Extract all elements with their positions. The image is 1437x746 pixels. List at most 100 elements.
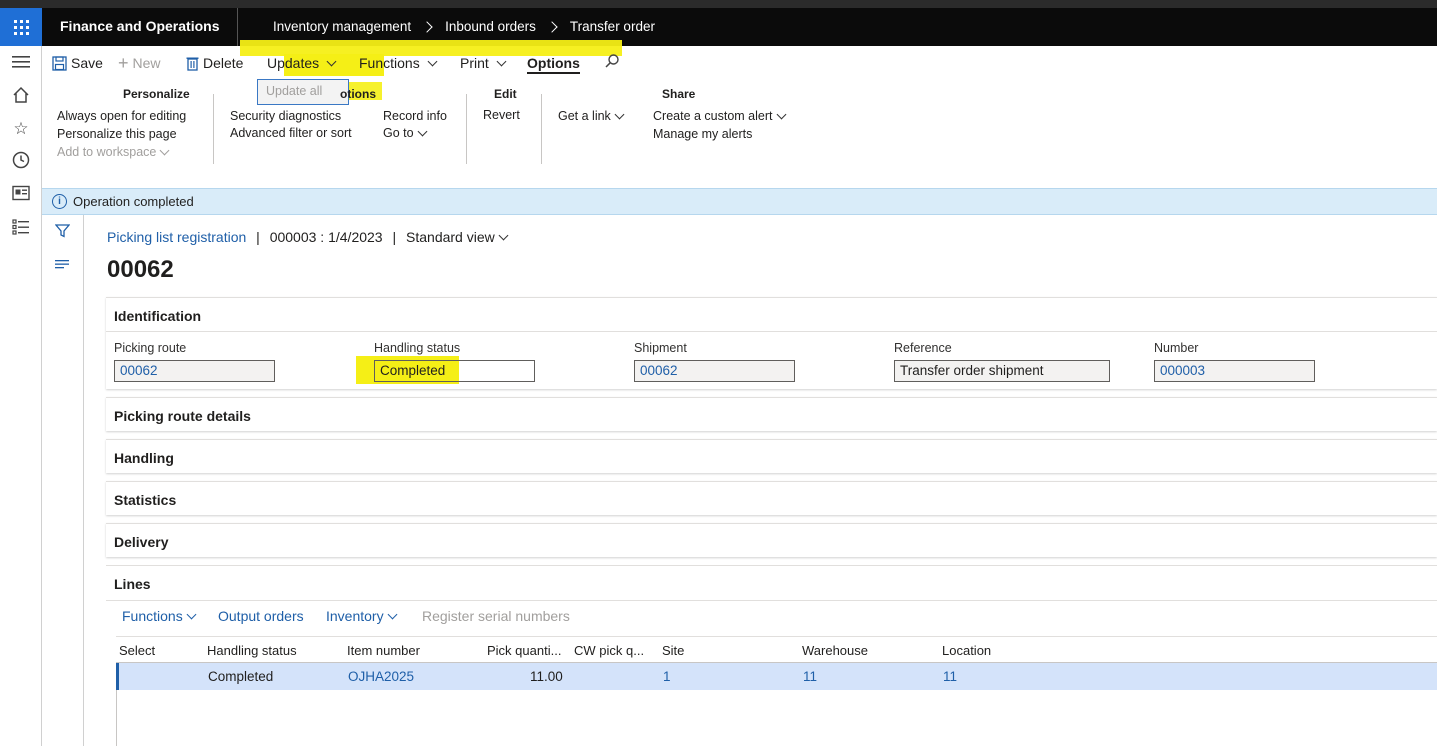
column-header-site[interactable]: Site [662,643,684,658]
column-header-item-number[interactable]: Item number [347,643,420,658]
side-strip [42,215,84,746]
divider [213,94,214,164]
always-open-for-editing[interactable]: Always open for editing [57,109,186,123]
tab-options[interactable]: Options [527,55,580,74]
filter-icon[interactable] [54,224,71,241]
fasttab-delivery[interactable]: Delivery [106,523,1437,557]
chevron-down-icon [776,109,786,119]
breadcrumb-item[interactable]: Inventory management [273,19,411,34]
page-options-group-title: otions [340,87,376,101]
star-icon[interactable]: ☆ [11,119,31,139]
breadcrumb-item[interactable]: Transfer order [570,19,655,34]
clock-icon[interactable] [11,151,31,171]
lines-functions-menu[interactable]: Functions [122,608,197,624]
picking-route-field[interactable]: 00062 [114,360,275,382]
picking-list-registration-link[interactable]: Picking list registration [107,229,246,245]
fasttab-statistics[interactable]: Statistics [106,481,1437,515]
view-selector[interactable]: Standard view [406,229,509,245]
output-orders-button[interactable]: Output orders [218,608,304,624]
divider [106,600,1437,601]
chevron-down-icon [496,56,507,66]
fasttab-title[interactable]: Identification [114,308,201,324]
get-a-link-menu[interactable]: Get a link [558,109,625,123]
update-all-menu-item[interactable]: Update all [257,79,349,105]
delete-button[interactable]: Delete [186,55,243,71]
crumb-separator: | [252,229,264,245]
security-diagnostics[interactable]: Security diagnostics [230,109,341,123]
cell-site[interactable]: 1 [663,669,671,684]
create-custom-alert-label: Create a custom alert [653,109,773,123]
number-field[interactable]: 000003 [1154,360,1315,382]
add-to-workspace-label: Add to workspace [57,145,157,159]
menu-icon[interactable] [11,54,31,74]
new-button[interactable]: + New [118,54,161,72]
record-info[interactable]: Record info [383,109,447,123]
cell-item-number[interactable]: OJHA2025 [348,669,414,684]
personalize-this-page[interactable]: Personalize this page [57,127,177,141]
column-header-cw-pick-quantity[interactable]: CW pick q... [574,643,644,658]
left-nav: ☆ [0,46,42,746]
fasttab-handling[interactable]: Handling [106,439,1437,473]
lines-icon[interactable] [55,257,69,272]
inventory-label: Inventory [326,608,384,624]
page-breadcrumb: Picking list registration | 000003 : 1/4… [107,229,509,245]
chevron-down-icon [387,609,398,619]
column-header-location[interactable]: Location [942,643,991,658]
shipment-field[interactable]: 00062 [634,360,795,382]
grid-border [116,690,117,746]
reference-field[interactable]: Transfer order shipment [894,360,1110,382]
functions-label: Functions [359,55,420,71]
cell-location[interactable]: 11 [943,669,957,684]
delete-label: Delete [203,55,244,71]
go-to-menu[interactable]: Go to [383,126,428,140]
manage-my-alerts[interactable]: Manage my alerts [653,127,752,141]
workspace-icon[interactable] [11,185,31,205]
cell-warehouse[interactable]: 11 [803,669,817,684]
chevron-down-icon [427,56,438,66]
updates-label: Updates [267,55,320,71]
add-to-workspace[interactable]: Add to workspace [57,145,170,159]
handling-status-label: Handling status [374,341,461,355]
share-group-title: Share [662,87,696,101]
chevron-right-icon [421,20,433,33]
fasttab-picking-route-details[interactable]: Picking route details [106,397,1437,431]
home-icon[interactable] [11,86,31,106]
handling-status-field[interactable]: Completed [374,360,535,382]
save-button[interactable]: Save [52,55,103,71]
get-a-link-label: Get a link [558,109,611,123]
cell-pick-quantity: 11.00 [530,669,563,684]
chevron-down-icon [326,56,337,66]
app-title[interactable]: Finance and Operations [60,18,219,34]
grid-header: Select Handling status Item number Pick … [116,636,1437,663]
functions-menu[interactable]: Functions [359,55,438,71]
column-header-handling-status[interactable]: Handling status [207,643,297,658]
inventory-menu[interactable]: Inventory [326,608,398,624]
breadcrumb: Inventory management Inbound orders Tran… [273,19,655,34]
fasttab-title: Handling [114,450,174,466]
print-menu[interactable]: Print [460,55,507,71]
search-icon[interactable] [604,53,620,69]
print-label: Print [460,55,489,71]
cell-handling-status: Completed [208,669,274,684]
column-header-pick-quantity[interactable]: Pick quanti... [487,643,561,658]
advanced-filter-or-sort[interactable]: Advanced filter or sort [230,126,352,140]
save-icon [52,55,67,71]
create-custom-alert-menu[interactable]: Create a custom alert [653,109,786,123]
number-label: Number [1154,341,1199,355]
chevron-down-icon [614,109,625,119]
fasttab-title: Statistics [114,492,177,508]
register-serial-numbers-button[interactable]: Register serial numbers [422,608,570,624]
list-icon[interactable] [11,219,31,239]
shipment-label: Shipment [634,341,687,355]
revert-button[interactable]: Revert [483,108,520,122]
updates-menu[interactable]: Updates [267,55,337,71]
waffle-icon[interactable] [0,8,42,46]
edit-group-title: Edit [494,87,517,101]
column-header-select[interactable]: Select [119,643,155,658]
fasttab-title[interactable]: Lines [114,576,151,592]
chevron-down-icon [498,230,509,240]
fasttab-lines: Lines Functions Output orders Inventory … [106,565,1437,746]
table-row[interactable]: Completed OJHA2025 11.00 1 11 11 [116,663,1437,690]
breadcrumb-item[interactable]: Inbound orders [445,19,536,34]
column-header-warehouse[interactable]: Warehouse [802,643,868,658]
